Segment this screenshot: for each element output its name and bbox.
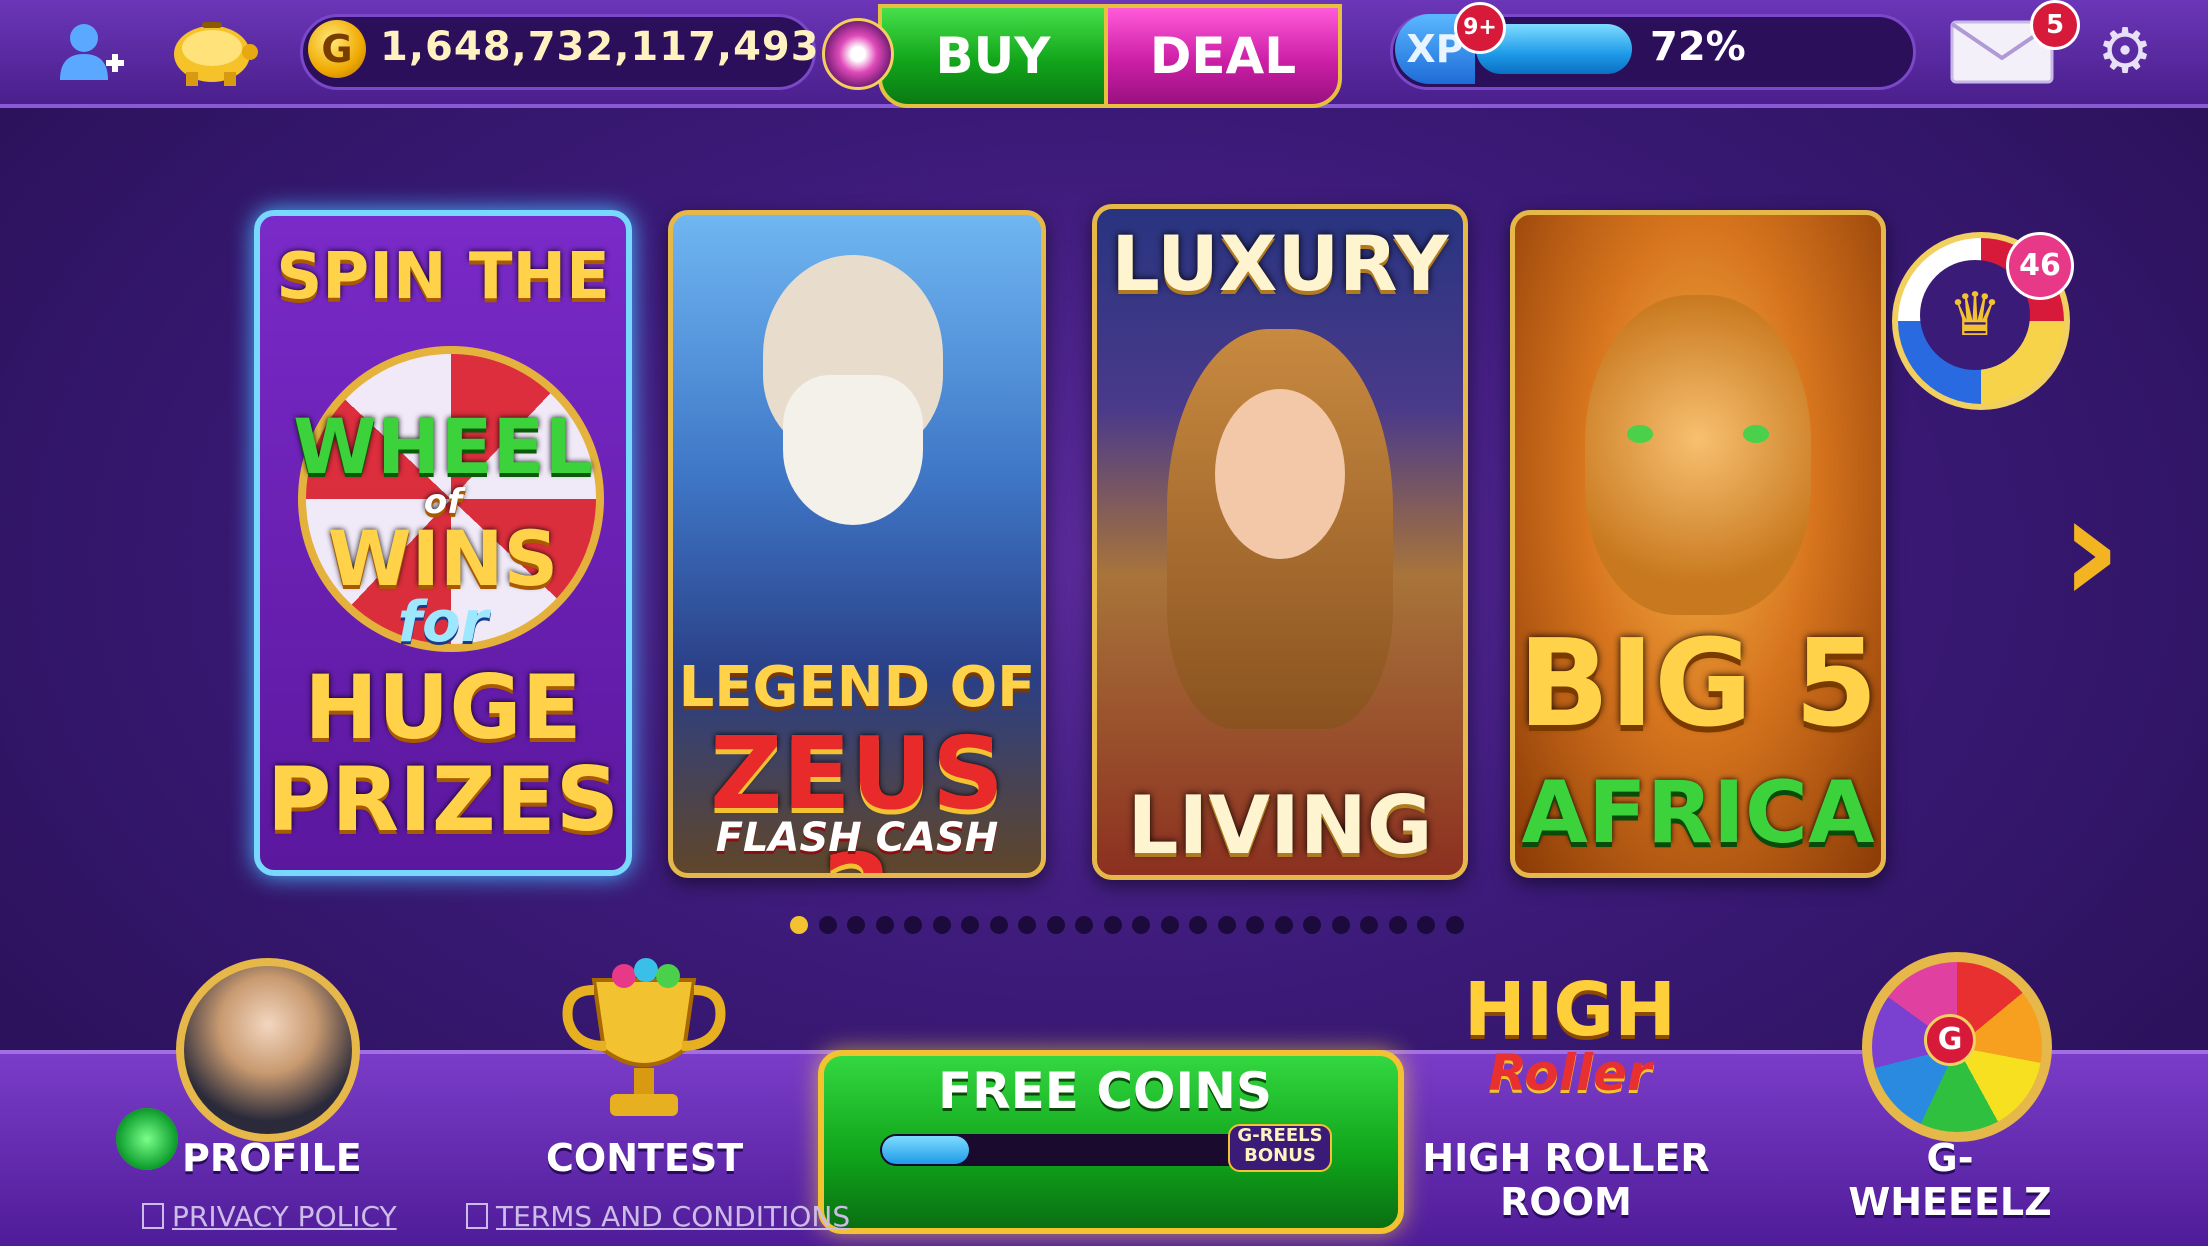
document-icon: [142, 1203, 164, 1229]
pagination-dot[interactable]: [1075, 916, 1093, 934]
pagination-dot[interactable]: [875, 916, 894, 934]
pagination-dot[interactable]: [847, 916, 865, 934]
pagination-dot[interactable]: [1445, 916, 1464, 934]
xp-level-badge: 9+: [1454, 2, 1506, 54]
luxury-title-top: LUXURY: [1111, 219, 1449, 308]
pagination-dot[interactable]: [1274, 916, 1293, 934]
vip-count-badge: 46: [2006, 232, 2074, 300]
pagination-dot[interactable]: [1303, 916, 1321, 934]
gear-icon[interactable]: ⚙: [2094, 20, 2156, 82]
big5-title-bottom: AFRICA: [1521, 763, 1875, 863]
big5-title-top: BIG 5: [1518, 615, 1878, 754]
pagination-dot[interactable]: [1388, 916, 1407, 934]
add-friend-icon[interactable]: [56, 20, 128, 84]
game-card-big-5-africa[interactable]: BIG 5 AFRICA: [1510, 210, 1886, 878]
coin-icon: G: [308, 20, 366, 78]
zeus-title-top: LEGEND OF: [678, 655, 1036, 720]
woman-face: [1215, 389, 1345, 559]
pagination-dot[interactable]: [961, 916, 979, 934]
profile-label[interactable]: PROFILE: [182, 1136, 362, 1180]
high-roller-room-label[interactable]: HIGH ROLLER ROOM: [1396, 1136, 1736, 1224]
pagination-dot[interactable]: [1217, 916, 1236, 934]
promo-line-7: PRIZES: [266, 748, 620, 851]
pagination-dot[interactable]: [932, 916, 951, 934]
pagination-dot[interactable]: [1246, 916, 1264, 934]
document-icon: [466, 1203, 488, 1229]
pagination-dot[interactable]: [1331, 916, 1350, 934]
g-wheeelz-label[interactable]: G-WHEEELZ: [1840, 1136, 2060, 1224]
pagination-dot[interactable]: [1103, 916, 1122, 934]
privacy-policy-text: PRIVACY POLICY: [172, 1200, 397, 1233]
promo-line-1: SPIN THE: [276, 240, 610, 314]
pagination-dot[interactable]: [1132, 916, 1150, 934]
pagination-dot[interactable]: [989, 916, 1008, 934]
terms-text: TERMS AND CONDITIONS: [496, 1200, 851, 1233]
promo-line-6: HUGE: [304, 656, 582, 759]
high-roller-logo[interactable]: HIGH Roller: [1450, 972, 1690, 1102]
zeus-subtitle: FLASH CASH: [715, 815, 999, 861]
lion-eye-right: [1743, 425, 1769, 443]
coin-balance: 1,648,732,117,493: [380, 24, 820, 70]
pagination-dot[interactable]: [1046, 916, 1065, 934]
gem-icon: [116, 1108, 178, 1170]
contest-label[interactable]: CONTEST: [546, 1136, 743, 1180]
free-coins-progress-fill: [882, 1136, 969, 1164]
pagination-dot[interactable]: [1360, 916, 1378, 934]
avatar[interactable]: [176, 958, 360, 1142]
luxury-title-bottom: LIVING: [1127, 779, 1433, 872]
high-roller-logo-top: HIGH: [1463, 967, 1677, 1053]
piggy-bank-icon[interactable]: [166, 12, 260, 88]
pagination-dot[interactable]: [1160, 916, 1179, 934]
lion-portrait: [1585, 295, 1811, 615]
gift-icon[interactable]: [822, 18, 894, 90]
pagination-dot[interactable]: [790, 916, 808, 934]
pagination-dot[interactable]: [1018, 916, 1036, 934]
pagination-dot[interactable]: [1189, 916, 1207, 934]
mail-count-badge: 5: [2030, 0, 2080, 50]
buy-button[interactable]: BUY: [878, 4, 1108, 108]
privacy-policy-link[interactable]: PRIVACY POLICY: [142, 1200, 397, 1233]
next-arrow-icon[interactable]: ›: [2060, 470, 2122, 630]
game-card-wheel-of-wins[interactable]: SPIN THE WHEEL of WINS for HUGE PRIZES: [254, 210, 632, 876]
xp-percent: 72%: [1650, 24, 1746, 70]
game-card-luxury-living[interactable]: LUXURY LIVING: [1092, 204, 1468, 880]
promo-line-5: for: [397, 590, 489, 655]
zeus-beard: [783, 375, 923, 525]
deal-button[interactable]: DEAL: [1104, 4, 1342, 108]
free-coins-label: FREE COINS: [937, 1062, 1273, 1120]
greels-bonus-badge: G-REELS BONUS: [1228, 1124, 1332, 1172]
pagination-dot[interactable]: [818, 916, 837, 934]
promo-line-2: WHEEL: [293, 402, 593, 491]
pagination-dot[interactable]: [1417, 916, 1435, 934]
game-card-legend-of-zeus-2[interactable]: LEGEND OF ZEUS 2 FLASH CASH: [668, 210, 1046, 878]
terms-link[interactable]: TERMS AND CONDITIONS: [466, 1200, 850, 1233]
high-roller-logo-bottom: Roller: [1488, 1044, 1652, 1102]
lion-eye-left: [1627, 425, 1653, 443]
pagination-dot[interactable]: [904, 916, 922, 934]
trophy-icon[interactable]: [554, 950, 734, 1130]
g-wheel-center: G: [1924, 1014, 1976, 1066]
